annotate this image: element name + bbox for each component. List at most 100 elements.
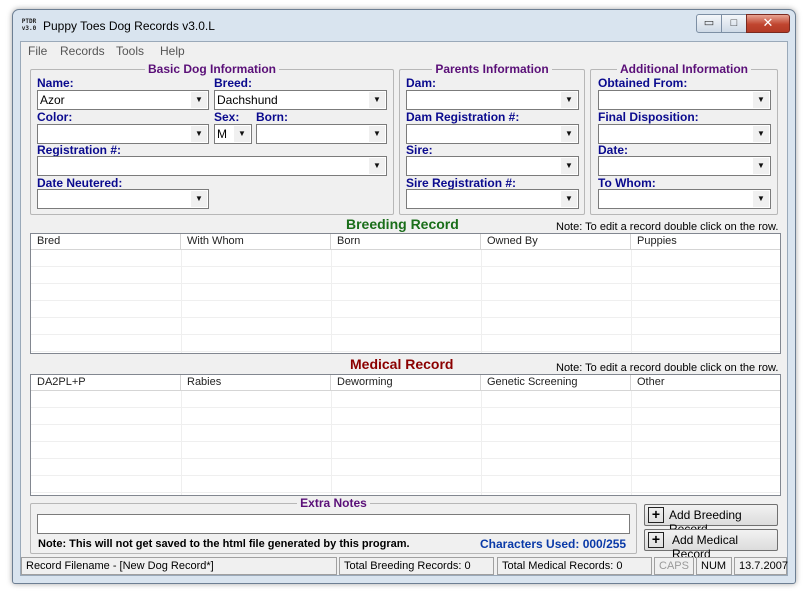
title-bar[interactable]: PTDR v3.0 Puppy Toes Dog Records v3.0.L … bbox=[13, 10, 795, 41]
sire-label: Sire: bbox=[406, 143, 433, 157]
column-header[interactable]: Rabies bbox=[181, 375, 331, 391]
chevron-down-icon[interactable]: ▼ bbox=[369, 158, 385, 174]
sex-label: Sex: bbox=[214, 110, 240, 124]
menu-help[interactable]: Help bbox=[160, 44, 185, 58]
date-combo[interactable]: ▼ bbox=[598, 156, 771, 176]
add-breeding-record-button[interactable]: + Add Breeding Record bbox=[644, 504, 778, 536]
column-header[interactable]: Genetic Screening bbox=[481, 375, 631, 391]
to-whom-label: To Whom: bbox=[598, 176, 656, 190]
obtained-from-label: Obtained From: bbox=[598, 76, 688, 90]
menu-bar: File Records Tools Help bbox=[21, 42, 787, 60]
medical-list-rows[interactable] bbox=[31, 391, 780, 495]
chevron-down-icon[interactable]: ▼ bbox=[561, 191, 577, 207]
final-disposition-label: Final Disposition: bbox=[598, 110, 699, 124]
column-header[interactable]: Born bbox=[331, 234, 481, 250]
chevron-down-icon[interactable]: ▼ bbox=[561, 158, 577, 174]
minimize-button[interactable]: ▭ bbox=[696, 14, 722, 33]
name-label: Name: bbox=[37, 76, 74, 90]
breeding-list-header: Bred With Whom Born Owned By Puppies bbox=[31, 234, 780, 250]
registration-label: Registration #: bbox=[37, 143, 122, 157]
breed-label: Breed: bbox=[214, 76, 253, 90]
breeding-record-title: Breeding Record bbox=[346, 216, 459, 232]
name-combo[interactable]: Azor ▼ bbox=[37, 90, 209, 110]
neutered-label: Date Neutered: bbox=[37, 176, 123, 190]
extra-notes-group: Extra Notes Note: This will not get save… bbox=[30, 496, 637, 554]
window-title: Puppy Toes Dog Records v3.0.L bbox=[43, 19, 215, 33]
app-window: PTDR v3.0 Puppy Toes Dog Records v3.0.L … bbox=[12, 9, 796, 584]
column-header[interactable]: Owned By bbox=[481, 234, 631, 250]
chevron-down-icon[interactable]: ▼ bbox=[191, 126, 207, 142]
chevron-down-icon[interactable]: ▼ bbox=[191, 92, 207, 108]
sire-registration-label: Sire Registration #: bbox=[406, 176, 517, 190]
dam-registration-combo[interactable]: ▼ bbox=[406, 124, 579, 144]
color-label: Color: bbox=[37, 110, 73, 124]
born-label: Born: bbox=[256, 110, 288, 124]
breeding-record-list[interactable]: Bred With Whom Born Owned By Puppies bbox=[30, 233, 781, 354]
medical-record-title: Medical Record bbox=[350, 356, 454, 372]
sex-combo[interactable]: M ▼ bbox=[214, 124, 252, 144]
chevron-down-icon[interactable]: ▼ bbox=[561, 126, 577, 142]
chevron-down-icon[interactable]: ▼ bbox=[369, 126, 385, 142]
parents-info-group: Parents Information Dam: ▼ Dam Registrat… bbox=[399, 62, 585, 215]
menu-records[interactable]: Records bbox=[60, 44, 105, 58]
chevron-down-icon[interactable]: ▼ bbox=[753, 126, 769, 142]
status-date: 13.7.2007 bbox=[734, 557, 788, 575]
status-bar: Record Filename - [New Dog Record*] Tota… bbox=[21, 555, 788, 575]
extra-notes-warning: Note: This will not get saved to the htm… bbox=[38, 538, 410, 550]
column-header[interactable]: Deworming bbox=[331, 375, 481, 391]
menu-tools[interactable]: Tools bbox=[116, 44, 144, 58]
additional-info-group: Additional Information Obtained From: ▼ … bbox=[590, 62, 778, 215]
neutered-combo[interactable]: ▼ bbox=[37, 189, 209, 209]
column-header[interactable]: Other bbox=[631, 375, 779, 391]
color-combo[interactable]: ▼ bbox=[37, 124, 209, 144]
status-caps: CAPS bbox=[654, 557, 694, 575]
chevron-down-icon[interactable]: ▼ bbox=[191, 191, 207, 207]
chevron-down-icon[interactable]: ▼ bbox=[753, 191, 769, 207]
additional-info-title: Additional Information bbox=[617, 62, 751, 76]
menu-file[interactable]: File bbox=[28, 44, 47, 58]
date-label: Date: bbox=[598, 143, 629, 157]
born-combo[interactable]: ▼ bbox=[256, 124, 387, 144]
breed-combo[interactable]: Dachshund ▼ bbox=[214, 90, 387, 110]
close-button[interactable]: ✕ bbox=[746, 14, 790, 33]
basic-info-group: Basic Dog Information Name: Azor ▼ Breed… bbox=[30, 62, 394, 215]
column-header[interactable]: With Whom bbox=[181, 234, 331, 250]
medical-record-list[interactable]: DA2PL+P Rabies Deworming Genetic Screeni… bbox=[30, 374, 781, 496]
dam-registration-label: Dam Registration #: bbox=[406, 110, 520, 124]
chevron-down-icon[interactable]: ▼ bbox=[753, 92, 769, 108]
breeding-list-rows[interactable] bbox=[31, 250, 780, 353]
status-filename: Record Filename - [New Dog Record*] bbox=[21, 557, 337, 575]
plus-icon: + bbox=[648, 532, 664, 548]
column-header[interactable]: Bred bbox=[31, 234, 181, 250]
status-num: NUM bbox=[696, 557, 732, 575]
status-total-breeding: Total Breeding Records: 0 bbox=[339, 557, 494, 575]
chevron-down-icon[interactable]: ▼ bbox=[561, 92, 577, 108]
column-header[interactable]: DA2PL+P bbox=[31, 375, 181, 391]
extra-notes-input[interactable] bbox=[37, 514, 630, 534]
column-header[interactable]: Puppies bbox=[631, 234, 779, 250]
name-value: Azor bbox=[40, 93, 65, 107]
maximize-button[interactable]: □ bbox=[721, 14, 747, 33]
sire-combo[interactable]: ▼ bbox=[406, 156, 579, 176]
app-icon: PTDR v3.0 bbox=[21, 18, 37, 32]
final-disposition-combo[interactable]: ▼ bbox=[598, 124, 771, 144]
breeding-note: Note: To edit a record double click on t… bbox=[556, 221, 779, 233]
registration-combo[interactable]: ▼ bbox=[37, 156, 387, 176]
basic-info-title: Basic Dog Information bbox=[144, 62, 279, 76]
sex-value: M bbox=[217, 127, 227, 141]
to-whom-combo[interactable]: ▼ bbox=[598, 189, 771, 209]
dam-combo[interactable]: ▼ bbox=[406, 90, 579, 110]
add-medical-record-button[interactable]: + Add Medical Record bbox=[644, 529, 778, 561]
sire-registration-combo[interactable]: ▼ bbox=[406, 189, 579, 209]
medical-list-header: DA2PL+P Rabies Deworming Genetic Screeni… bbox=[31, 375, 780, 391]
extra-notes-title: Extra Notes bbox=[297, 496, 370, 510]
chevron-down-icon[interactable]: ▼ bbox=[234, 126, 250, 142]
parents-info-title: Parents Information bbox=[432, 62, 552, 76]
medical-note: Note: To edit a record double click on t… bbox=[556, 362, 779, 374]
obtained-from-combo[interactable]: ▼ bbox=[598, 90, 771, 110]
dam-label: Dam: bbox=[406, 76, 437, 90]
chevron-down-icon[interactable]: ▼ bbox=[369, 92, 385, 108]
chevron-down-icon[interactable]: ▼ bbox=[753, 158, 769, 174]
status-total-medical: Total Medical Records: 0 bbox=[497, 557, 652, 575]
plus-icon: + bbox=[648, 507, 664, 523]
